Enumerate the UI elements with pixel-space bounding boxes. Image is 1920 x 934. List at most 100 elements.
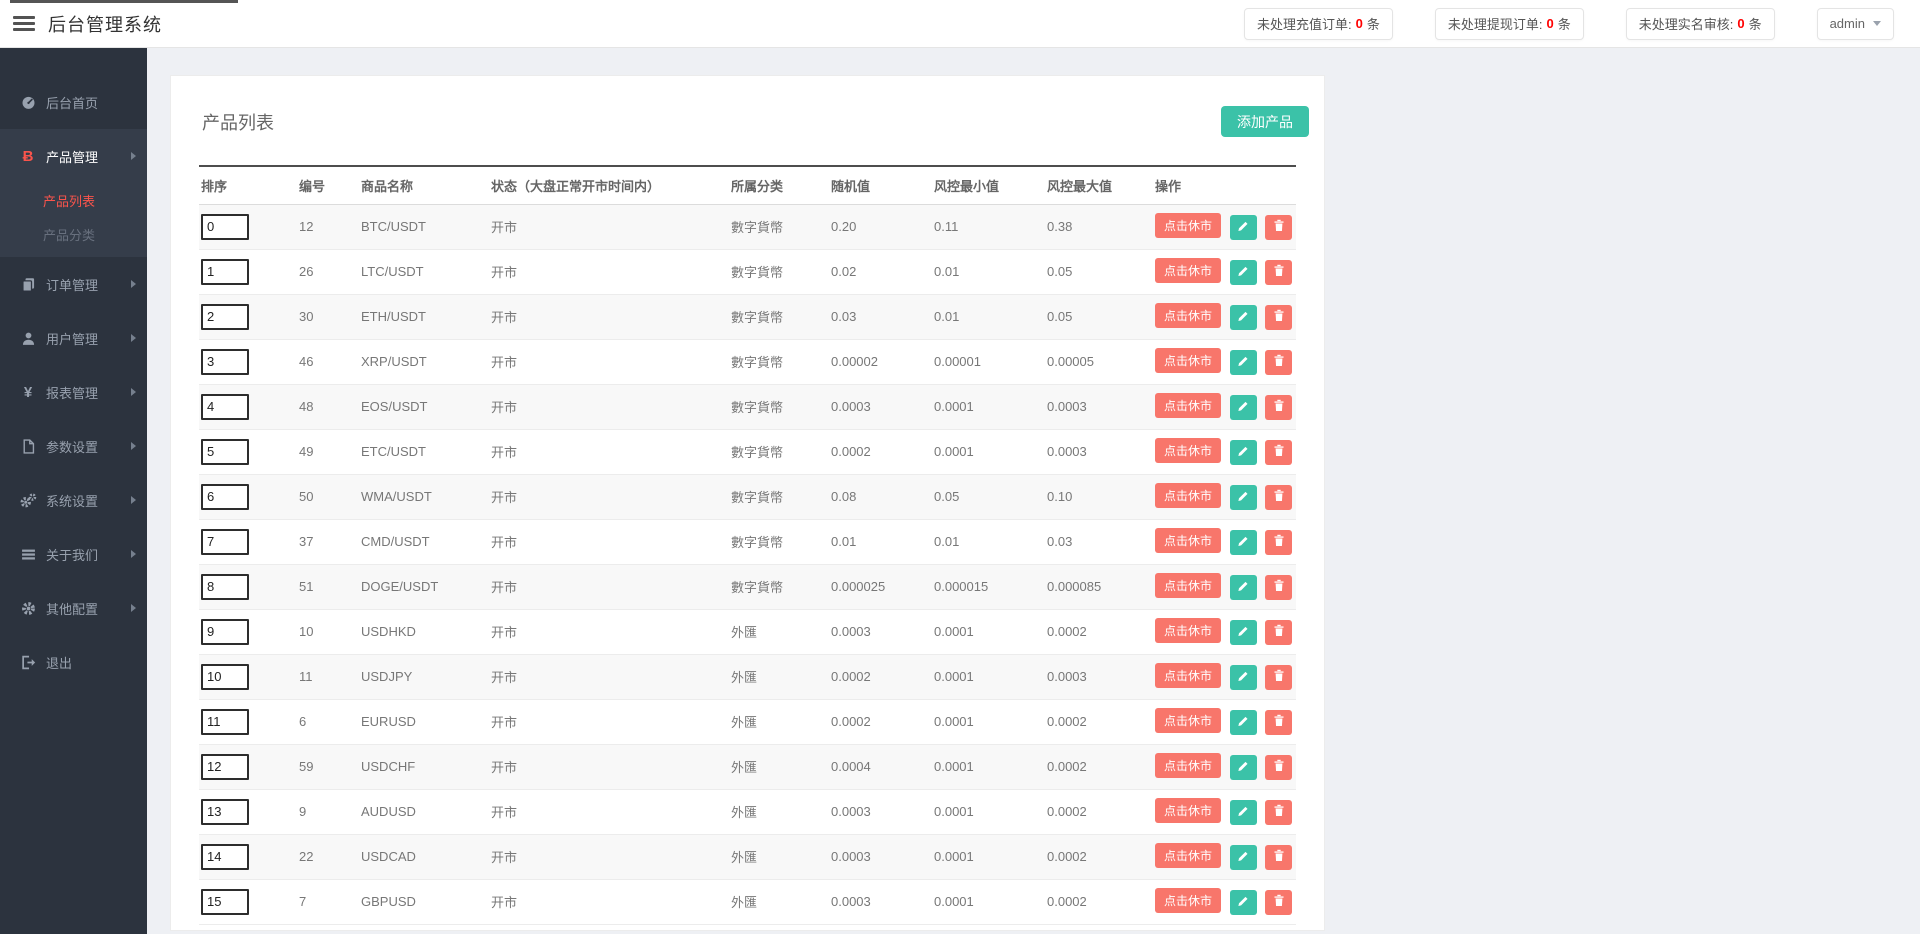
delete-button[interactable] [1265,890,1292,915]
delete-button[interactable] [1265,440,1292,465]
trash-icon [1273,444,1285,460]
sort-order-input[interactable] [201,619,249,645]
sidebar-item-reports[interactable]: ¥ 报表管理 [0,365,147,419]
edit-button[interactable] [1230,395,1257,420]
close-market-button[interactable]: 点击休市 [1155,303,1221,328]
edit-button[interactable] [1230,530,1257,555]
edit-button[interactable] [1230,440,1257,465]
edit-button[interactable] [1230,215,1257,240]
cell-random: 0.08 [829,474,932,519]
sort-order-input[interactable] [201,754,249,780]
delete-button[interactable] [1265,395,1292,420]
delete-button[interactable] [1265,710,1292,735]
close-market-button[interactable]: 点击休市 [1155,438,1221,463]
delete-button[interactable] [1265,305,1292,330]
delete-button[interactable] [1265,350,1292,375]
close-market-button[interactable]: 点击休市 [1155,258,1221,283]
sort-order-input[interactable] [201,214,249,240]
pending-badge-2[interactable]: 未处理实名审核: 0 条 [1626,8,1775,40]
sidebar-item-logout[interactable]: 退出 [0,635,147,689]
edit-button[interactable] [1230,305,1257,330]
sort-order-input[interactable] [201,484,249,510]
sort-order-input[interactable] [201,844,249,870]
cell-risk-min: 0.0001 [932,654,1045,699]
close-market-button[interactable]: 点击休市 [1155,393,1221,418]
sidebar-item-products[interactable]: Ƀ 产品管理 [0,129,147,183]
cell-risk-max: 0.10 [1045,474,1153,519]
menu-toggle-icon[interactable] [13,16,35,31]
sort-order-input[interactable] [201,574,249,600]
sort-order-input[interactable] [201,529,249,555]
sidebar-subitem-products-1[interactable]: 产品分类 [0,217,147,251]
close-market-button[interactable]: 点击休市 [1155,798,1221,823]
sidebar-item-orders[interactable]: 订单管理 [0,257,147,311]
delete-button[interactable] [1265,665,1292,690]
add-product-button[interactable]: 添加产品 [1221,106,1309,137]
delete-button[interactable] [1265,755,1292,780]
close-market-button[interactable]: 点击休市 [1155,708,1221,733]
sort-order-input[interactable] [201,799,249,825]
admin-dropdown[interactable]: admin [1817,8,1894,40]
edit-button[interactable] [1230,350,1257,375]
close-market-button[interactable]: 点击休市 [1155,663,1221,688]
delete-button[interactable] [1265,260,1292,285]
close-market-button[interactable]: 点击休市 [1155,843,1221,868]
sort-order-input[interactable] [201,664,249,690]
sort-order-input[interactable] [201,304,249,330]
sort-order-input[interactable] [201,259,249,285]
sidebar-item-users[interactable]: 用户管理 [0,311,147,365]
delete-button[interactable] [1265,800,1292,825]
close-market-button[interactable]: 点击休市 [1155,573,1221,598]
cell-status: 开市 [489,474,729,519]
edit-button[interactable] [1230,485,1257,510]
edit-button[interactable] [1230,575,1257,600]
close-market-button[interactable]: 点击休市 [1155,483,1221,508]
cell-id: 50 [297,474,359,519]
close-market-button[interactable]: 点击休市 [1155,753,1221,778]
sidebar-subitem-products-0[interactable]: 产品列表 [0,183,147,217]
edit-button[interactable] [1230,665,1257,690]
edit-button[interactable] [1230,620,1257,645]
delete-button[interactable] [1265,215,1292,240]
close-market-button[interactable]: 点击休市 [1155,348,1221,373]
sort-order-input[interactable] [201,349,249,375]
delete-button[interactable] [1265,845,1292,870]
sort-order-input[interactable] [201,439,249,465]
cell-id: 11 [297,654,359,699]
delete-button[interactable] [1265,530,1292,555]
column-header-4: 所属分类 [729,166,829,204]
edit-button[interactable] [1230,800,1257,825]
cell-id: 10 [297,609,359,654]
pending-badge-1[interactable]: 未处理提现订单: 0 条 [1435,8,1584,40]
close-market-button[interactable]: 点击休市 [1155,528,1221,553]
cell-status: 开市 [489,519,729,564]
sidebar-item-label: 用户管理 [46,329,98,348]
delete-button[interactable] [1265,485,1292,510]
sidebar-item-home[interactable]: 后台首页 [0,75,147,129]
delete-button[interactable] [1265,620,1292,645]
cell-random: 0.0002 [829,699,932,744]
edit-button[interactable] [1230,260,1257,285]
close-market-button[interactable]: 点击休市 [1155,618,1221,643]
sort-order-input[interactable] [201,709,249,735]
pending-badge-0[interactable]: 未处理充值订单: 0 条 [1244,8,1393,40]
sidebar-item-about[interactable]: 关于我们 [0,527,147,581]
delete-button[interactable] [1265,575,1292,600]
cell-random: 0.0003 [829,384,932,429]
edit-button[interactable] [1230,845,1257,870]
close-market-button[interactable]: 点击休市 [1155,213,1221,238]
edit-button[interactable] [1230,890,1257,915]
trash-icon [1273,894,1285,910]
sidebar-item-params[interactable]: 参数设置 [0,419,147,473]
user-icon [19,331,37,346]
sidebar-item-other[interactable]: 其他配置 [0,581,147,635]
sidebar-item-system[interactable]: 系统设置 [0,473,147,527]
close-market-button[interactable]: 点击休市 [1155,888,1221,913]
sort-order-input[interactable] [201,889,249,915]
edit-button[interactable] [1230,755,1257,780]
sort-order-input[interactable] [201,394,249,420]
table-row: 26 LTC/USDT 开市 數字貨幣 0.02 0.01 0.05 点击休市 [199,249,1296,294]
table-row: 49 ETC/USDT 开市 數字貨幣 0.0002 0.0001 0.0003… [199,429,1296,474]
chevron-right-icon [131,604,136,612]
edit-button[interactable] [1230,710,1257,735]
